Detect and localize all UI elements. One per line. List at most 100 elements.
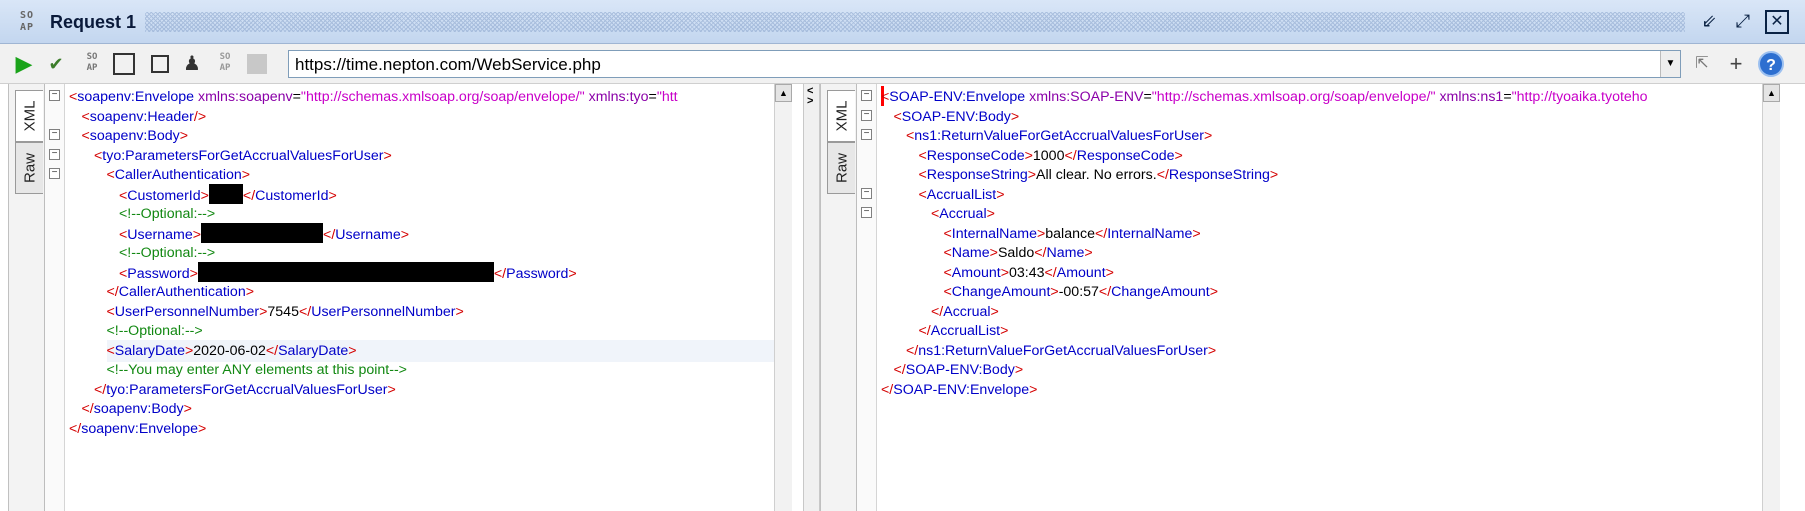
close-icon[interactable]: ✕ bbox=[1765, 10, 1789, 34]
maximize-icon[interactable]: ⤢ bbox=[1731, 10, 1755, 34]
code-token: > bbox=[996, 186, 1005, 203]
play-icon[interactable]: ▶ bbox=[12, 52, 36, 76]
fold-toggle-icon[interactable]: − bbox=[861, 129, 872, 140]
code-token: Username bbox=[127, 226, 193, 243]
code-token: /> bbox=[193, 108, 207, 125]
code-token: </ bbox=[94, 381, 107, 398]
check-icon[interactable]: ✔ bbox=[44, 52, 68, 76]
code-token: Password bbox=[127, 265, 190, 282]
fold-toggle-icon[interactable]: − bbox=[49, 168, 60, 179]
fold-toggle-icon[interactable]: − bbox=[861, 90, 872, 101]
redacted-value bbox=[197, 261, 494, 282]
code-token: > bbox=[1014, 362, 1024, 378]
minimize-icon[interactable]: ⇙ bbox=[1697, 10, 1721, 34]
reset-icon[interactable]: ⇱ bbox=[1690, 52, 1714, 76]
code-token: Password bbox=[506, 265, 569, 282]
code-token: > bbox=[1105, 264, 1114, 281]
code-token: </ bbox=[265, 342, 279, 359]
code-token: Username bbox=[335, 226, 401, 243]
panel-splitter[interactable]: < > bbox=[803, 84, 820, 511]
code-line[interactable]: </SOAP-ENV:Envelope> bbox=[881, 379, 1037, 401]
code-token: > bbox=[1174, 147, 1183, 164]
code-token: </ bbox=[1064, 147, 1077, 164]
soap-icon[interactable]: SO AP bbox=[80, 52, 104, 76]
soap-disabled-icon[interactable]: SO AP bbox=[213, 52, 237, 76]
fold-toggle-icon[interactable]: − bbox=[49, 129, 60, 140]
code-token: </ bbox=[69, 420, 82, 437]
endpoint-url-field[interactable]: https://time.nepton.com/WebService.php ▼ bbox=[288, 50, 1681, 78]
request-scrollbar[interactable]: ▲ bbox=[774, 84, 792, 511]
code-token: ResponseCode bbox=[926, 147, 1025, 164]
code-token: "http://schemas.xmlsoap.org/soap/envelop… bbox=[300, 89, 585, 105]
code-token: UserPersonnelNumber bbox=[311, 303, 456, 320]
code-token: ResponseString bbox=[1168, 167, 1270, 183]
code-token: > bbox=[1209, 284, 1219, 300]
chevron-down-icon[interactable]: ▼ bbox=[1660, 51, 1680, 77]
code-token: xmlns:SOAP-ENV bbox=[1025, 89, 1144, 105]
code-token: 1000 bbox=[1032, 147, 1065, 164]
code-token: > bbox=[1000, 323, 1009, 339]
scroll-up-icon[interactable]: ▲ bbox=[1763, 84, 1780, 102]
request-xml-editor[interactable]: <soapenv:Envelope xmlns:soapenv="http://… bbox=[69, 84, 778, 511]
code-token: Amount bbox=[1056, 264, 1106, 281]
code-token: > bbox=[990, 303, 999, 320]
square-icon[interactable] bbox=[151, 55, 169, 73]
code-token: "http://schemas.xmlsoap.org/soap/envelop… bbox=[1151, 89, 1436, 105]
code-token: <!--Optional:--> bbox=[119, 206, 216, 222]
code-token: > bbox=[241, 167, 251, 183]
request-toolbar: ▶ ✔ SO AP ♟ SO AP https://time.nepton.com/… bbox=[0, 44, 1805, 84]
tab-xml[interactable]: XML bbox=[827, 90, 855, 142]
tab-raw[interactable]: Raw bbox=[15, 142, 43, 194]
code-token: > bbox=[328, 187, 337, 204]
code-token: InternalName bbox=[1107, 225, 1193, 242]
fold-gutter: − − − − bbox=[45, 84, 65, 511]
code-token: ns1:ReturnValueForGetAccrualValuesForUse… bbox=[918, 342, 1208, 359]
request-panel: XML Raw − − − − < soapenv:Envelope xmlns:soa… bbox=[8, 84, 811, 511]
code-token: tyo:ParametersForGetAccrualValuesForUser bbox=[102, 147, 384, 164]
soap-logo-icon: SO AP bbox=[20, 10, 35, 33]
code-token: </ bbox=[298, 303, 312, 320]
frame-icon[interactable] bbox=[113, 53, 135, 75]
code-token: > bbox=[1084, 245, 1093, 261]
fold-toggle-icon[interactable]: − bbox=[861, 187, 872, 199]
code-token: > bbox=[348, 342, 357, 359]
code-token: = bbox=[292, 89, 301, 105]
title-drag-area[interactable] bbox=[145, 12, 1685, 32]
fold-toggle-icon[interactable]: − bbox=[861, 207, 872, 218]
code-token: CallerAuthentication bbox=[118, 284, 246, 300]
code-token: ns1:ReturnValueForGetAccrualValuesForUse… bbox=[914, 128, 1204, 144]
code-token: > bbox=[1203, 128, 1213, 144]
code-token: </ bbox=[881, 381, 894, 398]
scroll-up-icon[interactable]: ▲ bbox=[775, 84, 792, 102]
code-token: > bbox=[192, 226, 202, 243]
code-token: soapenv:Header bbox=[89, 108, 194, 125]
code-token: SOAP-ENV:Envelope bbox=[889, 89, 1026, 105]
tab-xml[interactable]: XML bbox=[15, 90, 43, 142]
code-token: ChangeAmount bbox=[951, 284, 1051, 300]
code-token: < bbox=[106, 167, 115, 183]
code-token: Name bbox=[951, 245, 990, 261]
code-token: < bbox=[106, 342, 115, 359]
code-token: Accrual bbox=[943, 303, 991, 320]
endpoint-url[interactable]: https://time.nepton.com/WebService.php bbox=[295, 55, 601, 75]
code-token: 7545 bbox=[267, 303, 299, 320]
code-token: CustomerId bbox=[127, 187, 201, 204]
add-icon[interactable]: + bbox=[1724, 52, 1748, 76]
fold-toggle-icon[interactable]: − bbox=[861, 109, 872, 121]
user-icon[interactable]: ♟ bbox=[180, 52, 204, 76]
fold-toggle-icon[interactable]: − bbox=[49, 90, 60, 101]
fold-toggle-icon[interactable]: − bbox=[49, 148, 60, 160]
help-icon[interactable]: ? bbox=[1758, 51, 1784, 77]
code-token: SOAP-ENV:Body bbox=[905, 362, 1015, 378]
code-token: </ bbox=[106, 284, 119, 300]
splitter-arrows-icon[interactable]: < > bbox=[807, 86, 813, 107]
code-line[interactable]: </soapenv:Envelope> bbox=[69, 418, 206, 440]
redacted-value bbox=[208, 183, 243, 204]
response-scrollbar[interactable]: ▲ bbox=[1762, 84, 1780, 511]
response-xml-editor[interactable]: <SOAP-ENV:Envelope xmlns:SOAP-ENV="http:… bbox=[881, 84, 1774, 511]
window-title-bar: SO AP Request 1 ⇙ ⤢ ✕ bbox=[0, 0, 1805, 44]
tab-raw[interactable]: Raw bbox=[827, 142, 855, 194]
code-token: ChangeAmount bbox=[1111, 284, 1210, 300]
code-token: > bbox=[1192, 225, 1201, 242]
code-token: InternalName bbox=[951, 225, 1037, 242]
